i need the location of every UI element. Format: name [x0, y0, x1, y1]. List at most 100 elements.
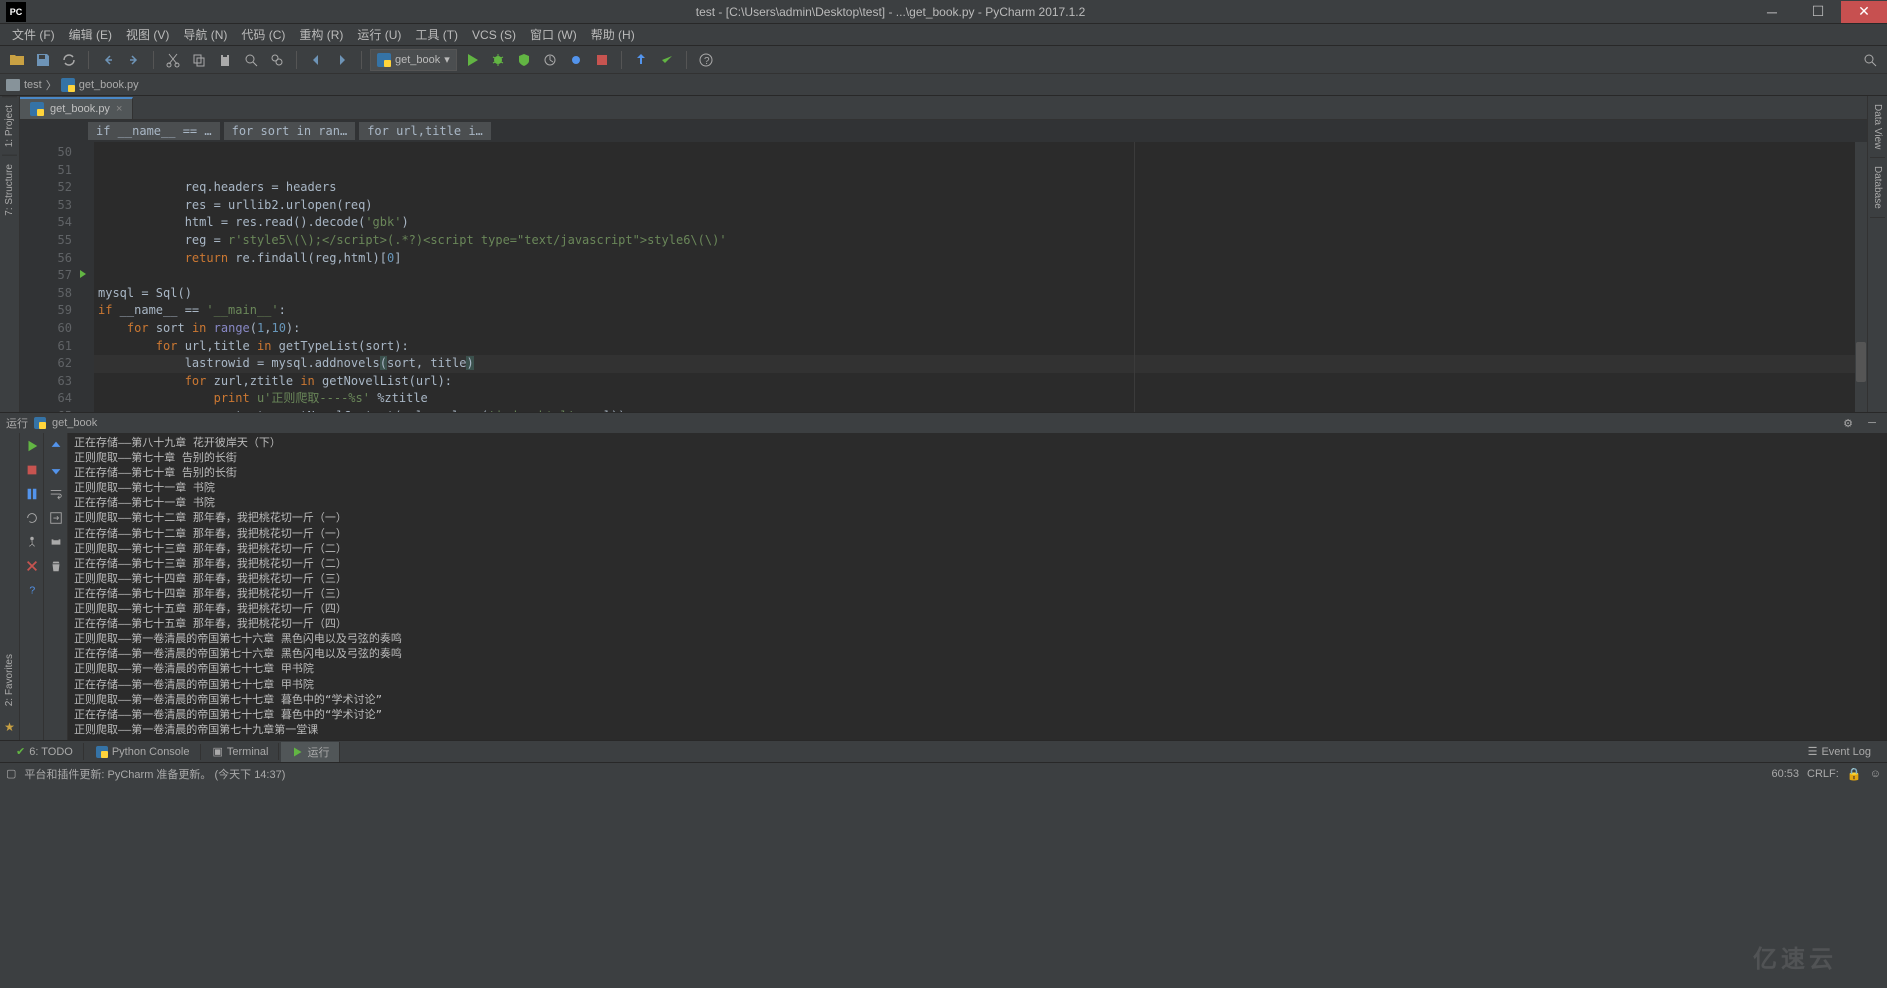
vcs-update-button[interactable]: [630, 49, 652, 71]
titlebar: PC test - [C:\Users\admin\Desktop\test] …: [0, 0, 1887, 24]
database-tool-tab[interactable]: Database: [1870, 158, 1885, 218]
print-button[interactable]: [47, 533, 65, 551]
clear-button[interactable]: [47, 557, 65, 575]
open-button[interactable]: [6, 49, 28, 71]
run-panel-config: get_book: [52, 417, 97, 429]
copy-button[interactable]: [188, 49, 210, 71]
back-button[interactable]: [305, 49, 327, 71]
run-button[interactable]: [461, 49, 483, 71]
right-tool-strip: Data View Database: [1867, 96, 1887, 412]
stop-button[interactable]: [591, 49, 613, 71]
menu-edit[interactable]: 编辑 (E): [63, 24, 118, 45]
undo-button[interactable]: [97, 49, 119, 71]
python-icon: [377, 53, 391, 67]
menu-refactor[interactable]: 重构 (R): [293, 24, 349, 45]
close-button[interactable]: ✕: [1841, 1, 1887, 23]
menu-run[interactable]: 运行 (U): [351, 24, 407, 45]
context-frame[interactable]: for url,title i…: [359, 122, 491, 140]
line-gutter: 50515253545556575859606162636465: [20, 142, 80, 412]
todo-tab[interactable]: ✔ 6: TODO: [6, 743, 84, 760]
minimize-panel-icon[interactable]: ─: [1863, 414, 1881, 432]
gear-icon[interactable]: ⚙: [1839, 414, 1857, 432]
code-content[interactable]: req.headers = headers res = urllib2.urlo…: [94, 142, 1867, 412]
folder-icon: [6, 79, 20, 91]
separator: [153, 51, 154, 69]
favorites-tool-tab[interactable]: 2: Favorites: [2, 646, 17, 714]
exit-button[interactable]: [23, 557, 41, 575]
scroll-end-button[interactable]: [47, 509, 65, 527]
debug-button[interactable]: [487, 49, 509, 71]
project-tool-tab[interactable]: 1: Project: [2, 96, 17, 155]
console-output[interactable]: 正在存储——第八十九章 花开彼岸天（下）正则爬取——第七十章 告别的长街正在存储…: [68, 433, 1887, 740]
redo-button[interactable]: [123, 49, 145, 71]
separator: [88, 51, 89, 69]
run-toolbar-1: ?: [20, 433, 44, 740]
stop-button[interactable]: [23, 461, 41, 479]
rerun-button[interactable]: [23, 437, 41, 455]
menu-file[interactable]: 文件 (F): [6, 24, 61, 45]
menu-tools[interactable]: 工具 (T): [409, 24, 464, 45]
cut-button[interactable]: [162, 49, 184, 71]
run-config-selector[interactable]: get_book ▾: [370, 49, 457, 71]
chevron-down-icon: ▾: [444, 53, 450, 66]
editor-tab[interactable]: get_book.py ×: [20, 97, 133, 119]
python-console-tab[interactable]: Python Console: [86, 744, 201, 760]
run-tab[interactable]: 运行: [281, 742, 340, 762]
up-button[interactable]: [47, 437, 65, 455]
dataview-tool-tab[interactable]: Data View: [1870, 96, 1885, 158]
replace-button[interactable]: [266, 49, 288, 71]
breadcrumb-project[interactable]: test 〉: [6, 77, 57, 93]
coverage-button[interactable]: [513, 49, 535, 71]
structure-tool-tab[interactable]: 7: Structure: [2, 155, 17, 224]
pause-button[interactable]: [23, 485, 41, 503]
window-title: test - [C:\Users\admin\Desktop\test] - .…: [32, 5, 1749, 19]
close-tab-icon[interactable]: ×: [116, 103, 122, 115]
breadcrumb-file[interactable]: get_book.py: [61, 78, 139, 92]
menu-vcs[interactable]: VCS (S): [466, 26, 522, 44]
menu-code[interactable]: 代码 (C): [235, 24, 291, 45]
terminal-tab[interactable]: ▣ Terminal: [203, 743, 280, 760]
restart-button[interactable]: [23, 509, 41, 527]
help-button[interactable]: ?: [695, 49, 717, 71]
menu-navigate[interactable]: 导航 (N): [177, 24, 233, 45]
maximize-button[interactable]: ☐: [1795, 1, 1841, 23]
minimize-button[interactable]: ─: [1749, 1, 1795, 23]
menu-window[interactable]: 窗口 (W): [524, 24, 583, 45]
forward-button[interactable]: [331, 49, 353, 71]
event-log-tab[interactable]: ☰ Event Log: [1798, 743, 1881, 760]
search-everywhere-button[interactable]: [1859, 49, 1881, 71]
left-favorites-strip: 2: Favorites ★: [0, 433, 20, 740]
sync-button[interactable]: [58, 49, 80, 71]
code-editor[interactable]: 50515253545556575859606162636465 req.hea…: [20, 142, 1867, 412]
line-separator[interactable]: CRLF:: [1807, 768, 1839, 780]
soft-wrap-button[interactable]: [47, 485, 65, 503]
down-button[interactable]: [47, 461, 65, 479]
cursor-position[interactable]: 60:53: [1772, 768, 1800, 780]
paste-button[interactable]: [214, 49, 236, 71]
python-icon: [34, 417, 46, 429]
hector-icon[interactable]: ☺: [1870, 768, 1881, 780]
run-toolbar-2: [44, 433, 68, 740]
vcs-commit-button[interactable]: [656, 49, 678, 71]
status-box-icon[interactable]: ▢: [6, 767, 16, 780]
attach-button[interactable]: [565, 49, 587, 71]
dump-button[interactable]: [23, 533, 41, 551]
find-button[interactable]: [240, 49, 262, 71]
context-bar: if __name__ == … for sort in ran… for ur…: [20, 120, 1867, 142]
context-frame[interactable]: if __name__ == …: [88, 122, 220, 140]
profile-button[interactable]: [539, 49, 561, 71]
menu-help[interactable]: 帮助 (H): [585, 24, 641, 45]
menu-view[interactable]: 视图 (V): [120, 24, 175, 45]
help-button[interactable]: ?: [23, 581, 41, 599]
star-icon: ★: [4, 720, 15, 734]
python-icon: [96, 746, 108, 758]
lock-icon[interactable]: 🔒: [1847, 767, 1862, 781]
save-button[interactable]: [32, 49, 54, 71]
main-area: 1: Project 7: Structure get_book.py × if…: [0, 96, 1887, 412]
run-panel-title: 运行: [6, 415, 28, 431]
context-frame[interactable]: for sort in ran…: [224, 122, 356, 140]
separator: [621, 51, 622, 69]
vertical-scrollbar[interactable]: [1855, 142, 1867, 412]
app-icon: PC: [6, 2, 26, 22]
status-message: 平台和插件更新: PyCharm 准备更新。 (今天下 14:37): [24, 766, 285, 782]
